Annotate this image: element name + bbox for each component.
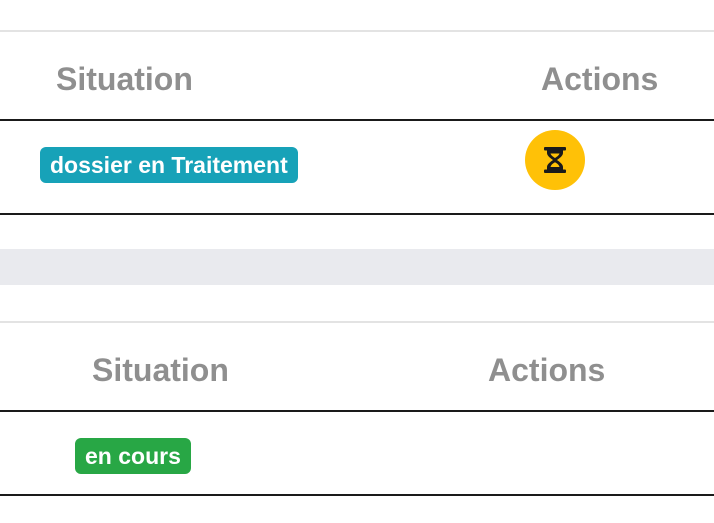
page: Situation Actions dossier en Traitement <box>0 0 714 523</box>
status-badge: en cours <box>75 438 191 474</box>
table-row: dossier en Traitement <box>0 121 714 215</box>
status-table-2: Situation Actions en cours <box>0 321 714 496</box>
table-row: en cours <box>0 412 714 496</box>
column-header-actions: Actions <box>488 352 606 388</box>
column-header-situation: Situation <box>92 352 229 388</box>
table-header-row: Situation Actions <box>0 321 714 412</box>
processing-action-button[interactable] <box>525 130 585 190</box>
section-separator <box>0 249 714 285</box>
column-header-actions: Actions <box>541 61 659 97</box>
hourglass-icon <box>542 146 568 174</box>
table-header-row: Situation Actions <box>0 30 714 121</box>
column-header-situation: Situation <box>56 61 193 97</box>
status-table-1: Situation Actions dossier en Traitement <box>0 30 714 215</box>
status-badge: dossier en Traitement <box>40 147 298 183</box>
